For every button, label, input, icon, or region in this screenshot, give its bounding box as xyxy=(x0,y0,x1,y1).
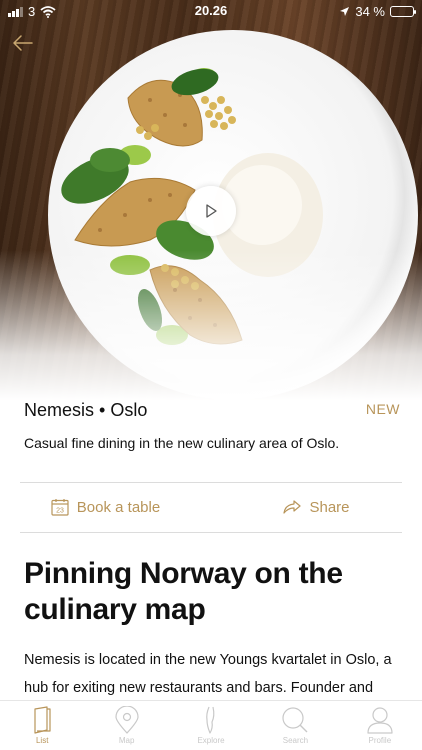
tab-map-label: Map xyxy=(118,736,135,745)
tab-map[interactable]: Map xyxy=(84,701,168,750)
tab-profile[interactable]: Profile xyxy=(338,701,422,750)
map-pin-icon xyxy=(115,706,139,734)
calendar-icon: 23 xyxy=(51,499,69,516)
location-arrow-icon xyxy=(340,7,350,16)
tab-list-label: List xyxy=(35,736,49,745)
tab-profile-label: Profile xyxy=(368,736,392,745)
tab-search-label: Search xyxy=(282,736,309,745)
book-table-button[interactable]: 23 Book a table xyxy=(0,482,211,532)
play-icon xyxy=(206,204,217,218)
battery-percent: 34 % xyxy=(355,4,385,19)
share-button[interactable]: Share xyxy=(211,482,422,532)
article-body: Nemesis is located in the new Youngs kva… xyxy=(24,652,392,696)
restaurant-name: Nemesis • Oslo xyxy=(24,400,148,420)
book-table-label: Book a table xyxy=(76,498,161,516)
profile-icon xyxy=(367,707,393,734)
new-badge: NEW xyxy=(365,401,400,417)
back-button[interactable] xyxy=(10,32,36,54)
tab-search[interactable]: Search xyxy=(253,701,337,750)
tab-list[interactable]: List xyxy=(0,701,84,750)
status-bar: 3 20.26 34 % xyxy=(0,0,422,22)
search-icon xyxy=(282,707,308,733)
book-icon xyxy=(34,706,51,734)
battery-icon xyxy=(390,6,416,17)
restaurant-header: Nemesis • Oslo NEW xyxy=(24,400,400,424)
calendar-day: 23 xyxy=(56,508,64,515)
hero-fade xyxy=(0,250,422,400)
action-bar: 23 Book a table Share xyxy=(0,482,422,532)
tab-bar: List Map Explore Search Profile xyxy=(0,700,422,750)
play-video-button[interactable] xyxy=(186,186,236,236)
share-arrow-icon xyxy=(283,500,302,514)
back-arrow-icon xyxy=(13,35,33,51)
restaurant-tagline: Casual fine dining in the new culinary a… xyxy=(24,435,340,451)
article-headline: Pinning Norway on the culinary map xyxy=(24,557,343,626)
explore-icon xyxy=(206,706,215,734)
tab-explore[interactable]: Explore xyxy=(169,701,253,750)
share-label: Share xyxy=(309,498,350,516)
tab-explore-label: Explore xyxy=(197,736,225,745)
divider xyxy=(20,532,402,533)
